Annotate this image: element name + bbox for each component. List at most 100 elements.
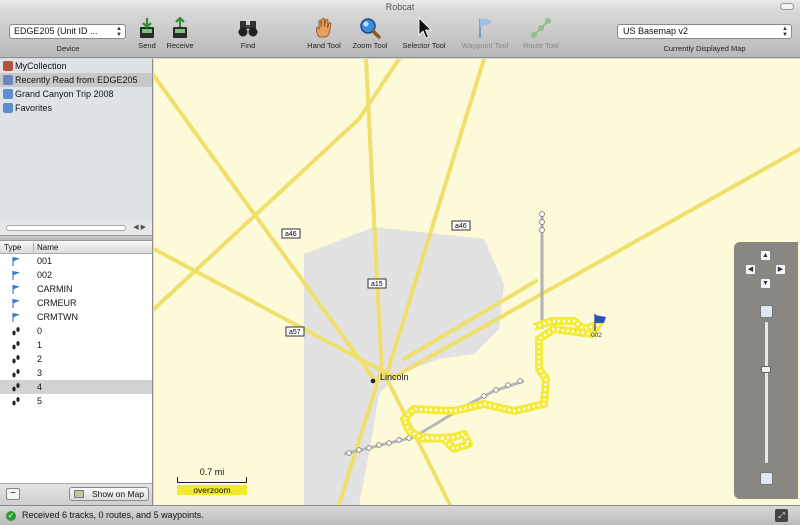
collection-item-favorites[interactable]: Favorites — [0, 101, 152, 115]
map-navigation-panel: ▲ ◀ ▶ ▼ — [734, 242, 798, 499]
list-item-name: CARMIN — [37, 284, 73, 294]
hand-tool-button[interactable]: Hand Tool — [304, 17, 344, 50]
road-shield-label: a46 — [455, 223, 467, 230]
column-header-type[interactable]: Type — [4, 241, 21, 254]
checkmark-icon: ✓ — [6, 511, 16, 521]
collection-label: Recently Read from EDGE205 — [15, 75, 138, 85]
zoom-in-button[interactable] — [760, 305, 773, 318]
track-point — [396, 437, 402, 443]
track-point — [539, 227, 545, 233]
receive-button[interactable]: Receive — [164, 17, 196, 50]
list-item[interactable]: CRMTWN — [0, 310, 152, 324]
list-item-name: 4 — [37, 382, 43, 392]
collection-item-recent[interactable]: Recently Read from EDGE205 — [0, 73, 152, 87]
zoom-out-button[interactable] — [760, 472, 773, 485]
waypoint-tool-label: Waypoint Tool — [461, 41, 509, 50]
list-item[interactable]: 1 — [0, 338, 152, 352]
track-footprints-icon — [12, 355, 20, 364]
track-point — [517, 378, 523, 384]
find-button[interactable]: Find — [236, 17, 260, 50]
list-item[interactable]: 3 — [0, 366, 152, 380]
toolbar: EDGE205 (Unit ID ... ▲ ▼ Device Send Rece… — [0, 14, 800, 58]
scale-label: 0.7 mi — [199, 467, 225, 477]
item-list: 001 002 CARMIN CRMEUR CRMTWN 0 1 2 3 4 5 — [0, 254, 152, 483]
zoom-tool-button[interactable]: Zoom Tool — [350, 17, 390, 50]
overzoom-badge: overzoom — [177, 485, 247, 495]
track-point — [356, 447, 362, 453]
track-footprints-icon — [12, 327, 20, 336]
list-item[interactable]: 5 — [0, 394, 152, 408]
column-header-name[interactable]: Name — [37, 241, 58, 254]
device-caption: Device — [56, 44, 80, 53]
toolbar-toggle-button[interactable] — [780, 3, 794, 10]
route-tool-button[interactable]: Route Tool — [518, 17, 564, 50]
pan-left-button[interactable]: ◀ — [745, 264, 756, 275]
track-point — [386, 440, 392, 446]
list-item[interactable]: 001 — [0, 254, 152, 268]
fullscreen-button[interactable]: ⤢ — [775, 509, 788, 522]
track-point — [539, 211, 545, 217]
receive-label: Receive — [166, 41, 194, 50]
select-arrows-icon: ▲ ▼ — [116, 26, 122, 38]
map-select-value: US Basemap v2 — [623, 26, 689, 36]
list-item-name: 0 — [37, 326, 43, 336]
collections-list: MyCollection Recently Read from EDGE205 … — [0, 59, 152, 223]
pan-down-button[interactable]: ▼ — [760, 278, 771, 289]
road-shield-label: a57 — [289, 329, 301, 336]
device-folder-icon — [3, 75, 13, 85]
window-title: Robcat — [385, 2, 415, 12]
device-select-value: EDGE205 (Unit ID ... — [14, 26, 98, 36]
zoom-slider-track[interactable] — [765, 322, 768, 463]
route-tool-label: Route Tool — [523, 41, 559, 50]
city-dot[interactable] — [370, 378, 376, 384]
map-select[interactable]: US Basemap v2 ▲ ▼ — [617, 24, 792, 39]
device-select[interactable]: EDGE205 (Unit ID ... ▲ ▼ — [9, 24, 126, 39]
pan-right-button[interactable]: ▶ — [775, 264, 786, 275]
send-button[interactable]: Send — [136, 17, 158, 50]
waypoint-flag-icon — [12, 299, 20, 308]
list-item-name: CRMEUR — [37, 298, 77, 308]
send-label: Send — [138, 41, 156, 50]
show-on-map-label: Show on Map — [92, 489, 144, 499]
road-shield-label: a46 — [285, 231, 297, 238]
column-separator — [33, 243, 34, 252]
list-item-name: 1 — [37, 340, 43, 350]
zoom-slider-thumb[interactable] — [761, 366, 771, 373]
map-canvas[interactable]: a46 a46 a15 a57 — [154, 59, 800, 505]
list-item-name: 5 — [37, 396, 43, 406]
arrow-cursor-icon — [418, 17, 432, 39]
city-label: Lincoln — [380, 372, 409, 382]
remove-button[interactable]: − — [6, 488, 20, 500]
list-item[interactable]: 2 — [0, 352, 152, 366]
list-item[interactable]: 4 — [0, 380, 152, 394]
status-text: Received 6 tracks, 0 routes, and 5 waypo… — [22, 510, 204, 520]
list-item[interactable]: CRMEUR — [0, 296, 152, 310]
scale-line — [177, 477, 247, 483]
selector-tool-button[interactable]: Selector Tool — [398, 17, 450, 50]
scroll-arrows-icon[interactable]: ◀ ▶ — [133, 223, 146, 231]
waypoint-tool-button[interactable]: Waypoint Tool — [456, 17, 514, 50]
horizontal-scrollbar[interactable]: ◀ ▶ — [2, 223, 150, 233]
folder-icon — [3, 103, 13, 113]
collection-item-mycollection[interactable]: MyCollection — [0, 59, 152, 73]
track-footprints-icon — [12, 397, 20, 406]
list-item-name: CRMTWN — [37, 312, 78, 322]
track-point — [481, 393, 487, 399]
selector-tool-label: Selector Tool — [402, 41, 446, 50]
show-on-map-button[interactable]: Show on Map — [69, 487, 149, 501]
map-view[interactable]: a46 a46 a15 a57 Lincoln 002 0.7 mi overz… — [154, 59, 800, 505]
list-item[interactable]: CARMIN — [0, 282, 152, 296]
waypoint-flag-icon — [12, 313, 20, 322]
collection-item-grand-canyon[interactable]: Grand Canyon Trip 2008 — [0, 87, 152, 101]
list-item[interactable]: 002 — [0, 268, 152, 282]
waypoint-flag-icon — [12, 271, 20, 280]
sidebar-footer: − Show on Map — [0, 483, 152, 505]
pan-up-button[interactable]: ▲ — [760, 250, 771, 261]
title-bar: Robcat — [0, 0, 800, 14]
list-item[interactable]: 0 — [0, 324, 152, 338]
scale-bar: 0.7 mi overzoom — [177, 467, 247, 495]
scroll-track[interactable] — [6, 225, 126, 231]
folder-icon — [3, 89, 13, 99]
sidebar: MyCollection Recently Read from EDGE205 … — [0, 59, 153, 505]
hand-icon — [316, 17, 332, 38]
